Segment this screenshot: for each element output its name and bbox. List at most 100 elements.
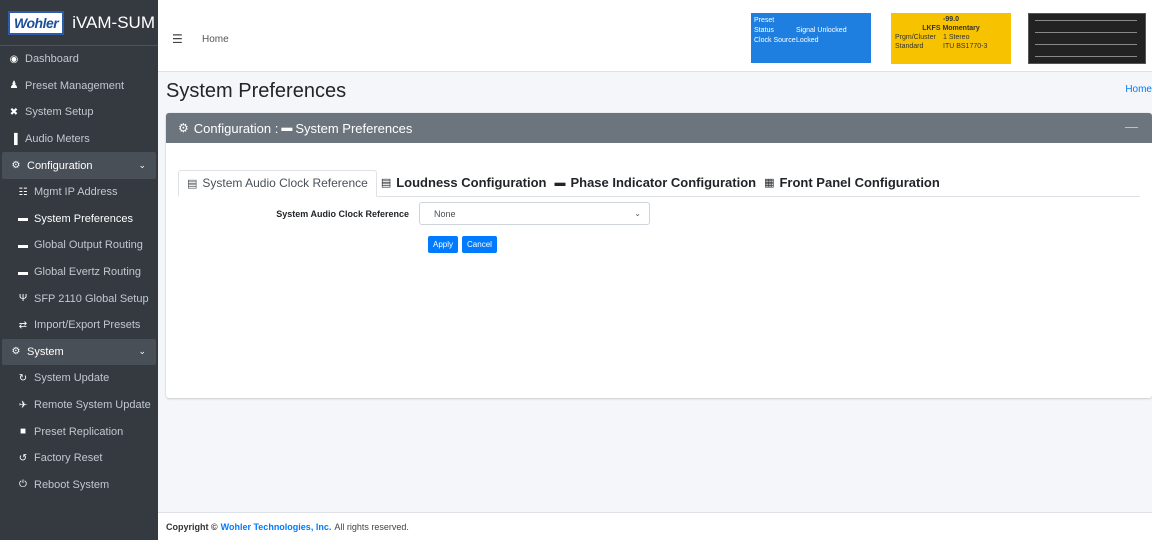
sidebar-item-mgmt-ip[interactable]: ☷ Mgmt IP Address: [0, 179, 158, 206]
sidebar-item-import-export[interactable]: ⇄ Import/Export Presets: [0, 312, 158, 339]
brand[interactable]: Wohler iVAM-SUM: [0, 0, 158, 46]
sidebar-group-label: System: [27, 345, 64, 358]
usb-icon: Ψ: [18, 293, 28, 305]
chart-icon: ▐: [10, 133, 18, 145]
lkfs-standard-row: Standard ITU BS1770-3: [895, 43, 988, 50]
users-icon: ♟: [9, 80, 19, 92]
tab-phase-indicator-configuration[interactable]: ▬ Phase Indicator Configuration: [550, 175, 760, 196]
brand-name: iVAM-SUM: [72, 12, 155, 32]
monitor-icon: ▬: [281, 122, 293, 134]
sidebar-item-global-output-routing[interactable]: ▬ Global Output Routing: [0, 232, 158, 259]
meter-bar: [1035, 32, 1137, 33]
chart-icon: ▤: [187, 177, 198, 190]
sidebar-item-dashboard[interactable]: ◉ Dashboard: [0, 46, 158, 73]
meter-bar: [1035, 20, 1137, 21]
preset-status-row: Status Signal Unlocked: [754, 27, 847, 34]
tab-front-panel-configuration[interactable]: ▦ Front Panel Configuration: [760, 175, 944, 196]
undo-icon: ↺: [18, 452, 28, 464]
cancel-button[interactable]: Cancel: [462, 236, 497, 253]
sidebar-item-system-setup[interactable]: ✖ System Setup: [0, 99, 158, 126]
clock-reference-select[interactable]: None ⌄: [419, 202, 650, 225]
footer: Copyright © Wohler Technologies, Inc. Al…: [158, 512, 1152, 540]
lkfs-value: -99.0: [943, 16, 959, 23]
sidebar-item-label: Audio Meters: [25, 133, 90, 146]
sidebar-item-label: System Preferences: [34, 212, 134, 225]
bar-chart-icon: ▤: [380, 177, 392, 189]
power-icon: ⏻: [19, 479, 27, 491]
sidebar: Wohler iVAM-SUM ◉ Dashboard ♟ Preset Man…: [0, 0, 158, 540]
sidebar-item-remote-system-update[interactable]: ✈ Remote System Update: [0, 392, 158, 419]
copyright-suffix: All rights reserved.: [334, 521, 409, 532]
sidebar-item-label: Global Output Routing: [34, 239, 143, 252]
sidebar-item-label: System Setup: [25, 106, 94, 119]
sidebar-item-label: SFP 2110 Global Setup: [34, 292, 149, 305]
sidebar-item-preset-replication[interactable]: ■ Preset Replication: [0, 418, 158, 445]
tab-system-audio-clock-reference[interactable]: ▤ System Audio Clock Reference: [178, 170, 377, 197]
monitor-icon: ▬: [18, 239, 28, 251]
sidebar-item-global-evertz-routing[interactable]: ▬ Global Evertz Routing: [0, 259, 158, 286]
sidebar-item-label: System Update: [34, 372, 110, 385]
breadcrumb-home-link[interactable]: Home: [1125, 84, 1152, 95]
grid-icon: ▦: [764, 177, 775, 189]
sidebar-item-audio-meters[interactable]: ▐ Audio Meters: [0, 126, 158, 153]
main-content: System Preferences Home ⚙ Configuration …: [158, 72, 1152, 512]
clock-status: Locked: [796, 37, 819, 44]
preferences-tabs: ▤ System Audio Clock Reference ▤ Loudnes…: [178, 169, 1140, 197]
sidebar-item-label: Mgmt IP Address: [34, 186, 118, 199]
sidebar-item-sfp-2110[interactable]: Ψ SFP 2110 Global Setup: [0, 285, 158, 312]
sidebar-group-configuration[interactable]: ⚙ Configuration ⌄: [2, 152, 156, 179]
sidebar-item-label: Reboot System: [34, 478, 110, 491]
preset-status-panel: Preset Status Signal Unlocked Clock Sour…: [751, 13, 871, 63]
sidebar-item-system-update[interactable]: ↻ System Update: [0, 365, 158, 392]
loudness-panel: -99.0 LKFS Momentary Prgm/Cluster 1 Ster…: [891, 13, 1011, 64]
card-header: ⚙ Configuration : ▬ System Preferences —: [166, 113, 1152, 143]
exchange-icon: ⇄: [18, 319, 28, 331]
card-header-title: System Preferences: [295, 120, 413, 136]
dashboard-icon: ◉: [9, 53, 19, 65]
card-header-prefix: Configuration :: [193, 120, 279, 136]
signal-status: Signal Unlocked: [796, 27, 847, 34]
monitor-icon: ▬: [18, 213, 28, 225]
gear-icon: ⚙: [11, 160, 21, 172]
sidebar-item-label: Dashboard: [25, 53, 79, 66]
gear-icon: ⚙: [178, 121, 189, 135]
sidebar-item-factory-reset[interactable]: ↺ Factory Reset: [0, 445, 158, 472]
preset-title: Preset: [754, 17, 775, 24]
sidebar-item-label: Import/Export Presets: [34, 319, 141, 332]
sidebar-group-system[interactable]: ⚙ System ⌄: [2, 338, 156, 366]
page-title: System Preferences: [166, 80, 347, 102]
monitor-icon: ▬: [554, 176, 566, 189]
monitor-icon: ▬: [18, 266, 28, 278]
nav-home-link[interactable]: Home: [202, 34, 229, 45]
meter-bar: [1035, 44, 1137, 45]
configuration-card: ⚙ Configuration : ▬ System Preferences —…: [166, 113, 1152, 398]
chevron-down-icon: ⌄: [138, 160, 146, 171]
sync-icon: ↻: [18, 372, 28, 384]
meter-bar: [1035, 56, 1137, 57]
sidebar-item-reboot-system[interactable]: ⏻ Reboot System: [0, 472, 158, 499]
tools-icon: ✖: [9, 106, 19, 118]
clock-reference-label: System Audio Clock Reference: [276, 208, 409, 219]
wohler-logo: Wohler: [8, 10, 65, 35]
sidebar-item-preset-management[interactable]: ♟ Preset Management: [0, 73, 158, 100]
sidebar-item-label: Remote System Update: [34, 399, 151, 412]
company-link[interactable]: Wohler Technologies, Inc.: [221, 522, 332, 532]
chevron-down-icon: ⌄: [634, 209, 641, 218]
tab-loudness-configuration[interactable]: ▤ Loudness Configuration: [377, 175, 551, 196]
chevron-down-icon: ⌄: [138, 346, 146, 357]
gears-icon: ⚙: [11, 346, 21, 358]
apply-button[interactable]: Apply: [428, 236, 459, 253]
hamburger-menu-icon[interactable]: ☰: [172, 32, 183, 46]
lkfs-cluster-row: Prgm/Cluster 1 Stereo: [895, 34, 970, 41]
select-value: None: [434, 208, 456, 219]
lkfs-header: LKFS Momentary: [922, 25, 980, 32]
audio-meter-display: [1028, 13, 1146, 64]
collapse-icon[interactable]: —: [1125, 119, 1138, 134]
sidebar-item-label: Preset Management: [25, 79, 125, 92]
clock-reference-form-row: System Audio Clock Reference None ⌄: [272, 202, 650, 225]
sidebar-item-label: Preset Replication: [34, 425, 124, 438]
copyright-prefix: Copyright ©: [166, 521, 218, 532]
network-icon: ☷: [18, 186, 28, 198]
sidebar-item-system-preferences[interactable]: ▬ System Preferences: [0, 206, 158, 233]
sidebar-group-label: Configuration: [27, 159, 93, 172]
